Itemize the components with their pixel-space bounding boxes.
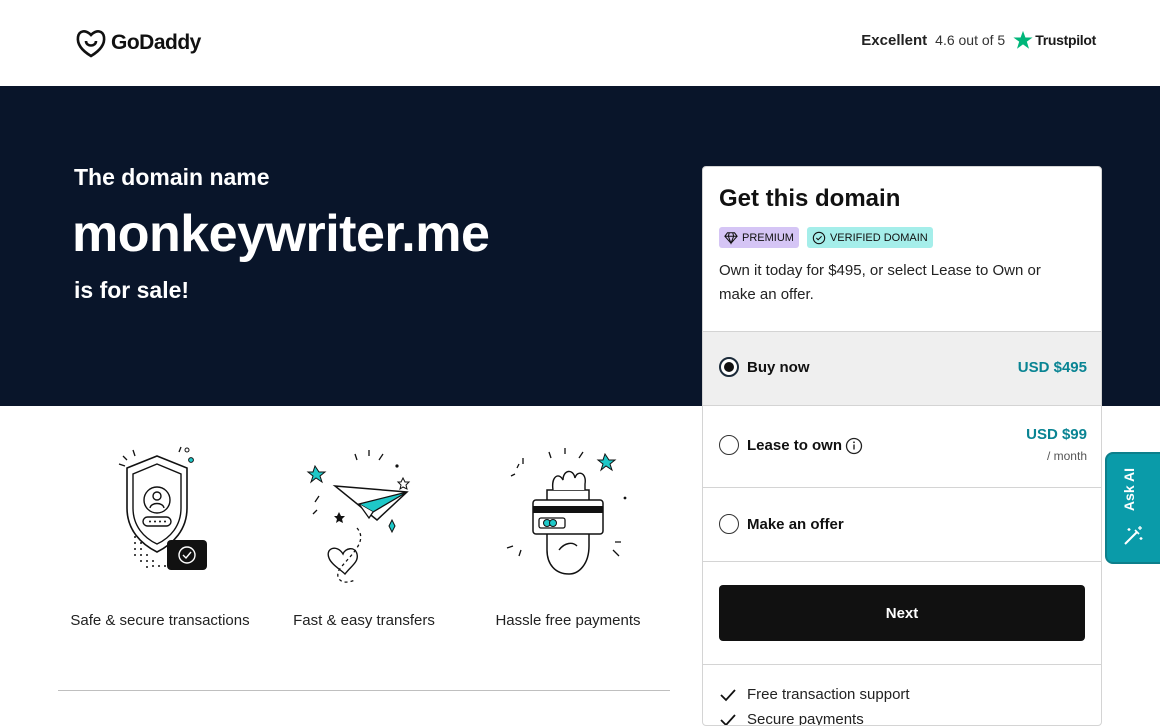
hero-pretitle: The domain name <box>74 164 270 191</box>
shield-icon <box>95 446 225 586</box>
godaddy-logo[interactable]: GoDaddy <box>75 28 201 58</box>
buy-now-label: Buy now <box>747 359 810 376</box>
premium-badge-label: PREMIUM <box>742 232 794 244</box>
next-section: Next <box>703 561 1102 665</box>
ask-ai-button[interactable]: Ask AI <box>1105 452 1160 564</box>
option-lease-to-own[interactable]: Lease to own USD $99 / month <box>703 405 1102 487</box>
verified-badge-label: VERIFIED DOMAIN <box>830 232 928 244</box>
features-row: Safe & secure transactions Fast & easy t… <box>58 446 670 629</box>
trustpilot-brand: Trustpilot <box>1013 30 1096 50</box>
diamond-icon <box>724 231 738 245</box>
feature-payments: Hassle free payments <box>466 446 670 629</box>
section-divider <box>58 690 670 691</box>
verified-check-icon <box>812 231 826 245</box>
perks-list: Free transaction support Secure payments <box>703 664 1102 726</box>
card-payment-icon <box>503 446 633 586</box>
rating-word: Excellent <box>861 32 927 49</box>
option-buy-now[interactable]: Buy now USD $495 <box>703 331 1102 405</box>
next-button[interactable]: Next <box>719 585 1085 641</box>
feature-label: Hassle free payments <box>495 612 640 629</box>
domain-name: monkeywriter.me <box>72 204 489 264</box>
godaddy-logo-icon <box>75 28 107 58</box>
perk-item: Secure payments <box>719 711 864 726</box>
offer-radio[interactable] <box>719 514 739 534</box>
offer-label: Make an offer <box>747 516 844 533</box>
feature-label: Safe & secure transactions <box>70 612 249 629</box>
paper-plane-icon <box>299 446 429 586</box>
feature-fast: Fast & easy transfers <box>262 446 466 629</box>
card-description: Own it today for $495, or select Lease t… <box>719 259 1079 307</box>
perk-label: Secure payments <box>747 711 864 726</box>
perk-label: Free transaction support <box>747 686 910 703</box>
hero-subtitle: is for sale! <box>74 277 189 304</box>
trustpilot-star-icon <box>1013 30 1033 50</box>
site-header: GoDaddy Excellent 4.6 out of 5 Trustpilo… <box>0 0 1160 86</box>
perk-item: Free transaction support <box>719 686 910 703</box>
lease-label: Lease to own <box>747 437 842 454</box>
badge-row: PREMIUM VERIFIED DOMAIN <box>719 227 933 248</box>
ask-ai-label: Ask AI <box>1121 468 1137 511</box>
info-icon[interactable] <box>845 437 863 455</box>
feature-safe: Safe & secure transactions <box>58 446 262 629</box>
verified-badge: VERIFIED DOMAIN <box>807 227 933 248</box>
card-title: Get this domain <box>719 185 900 213</box>
logo-text: GoDaddy <box>111 31 201 55</box>
trustpilot-rating[interactable]: Excellent 4.6 out of 5 Trustpilot <box>861 30 1096 50</box>
premium-badge: PREMIUM <box>719 227 799 248</box>
trustpilot-brand-text: Trustpilot <box>1035 32 1096 48</box>
buy-now-price: USD $495 <box>1018 359 1087 376</box>
checkmark-icon <box>719 713 737 726</box>
lease-price: USD $99 <box>1026 426 1087 443</box>
buy-now-radio[interactable] <box>719 357 739 377</box>
rating-score: 4.6 out of 5 <box>935 32 1005 48</box>
magic-wand-icon <box>1121 524 1145 548</box>
checkmark-icon <box>719 688 737 702</box>
purchase-card: Get this domain PREMIUM VERIFIED DOMAIN … <box>702 166 1102 726</box>
lease-radio[interactable] <box>719 435 739 455</box>
option-make-offer[interactable]: Make an offer <box>703 487 1102 561</box>
feature-label: Fast & easy transfers <box>293 612 435 629</box>
lease-price-period: / month <box>1047 449 1087 463</box>
